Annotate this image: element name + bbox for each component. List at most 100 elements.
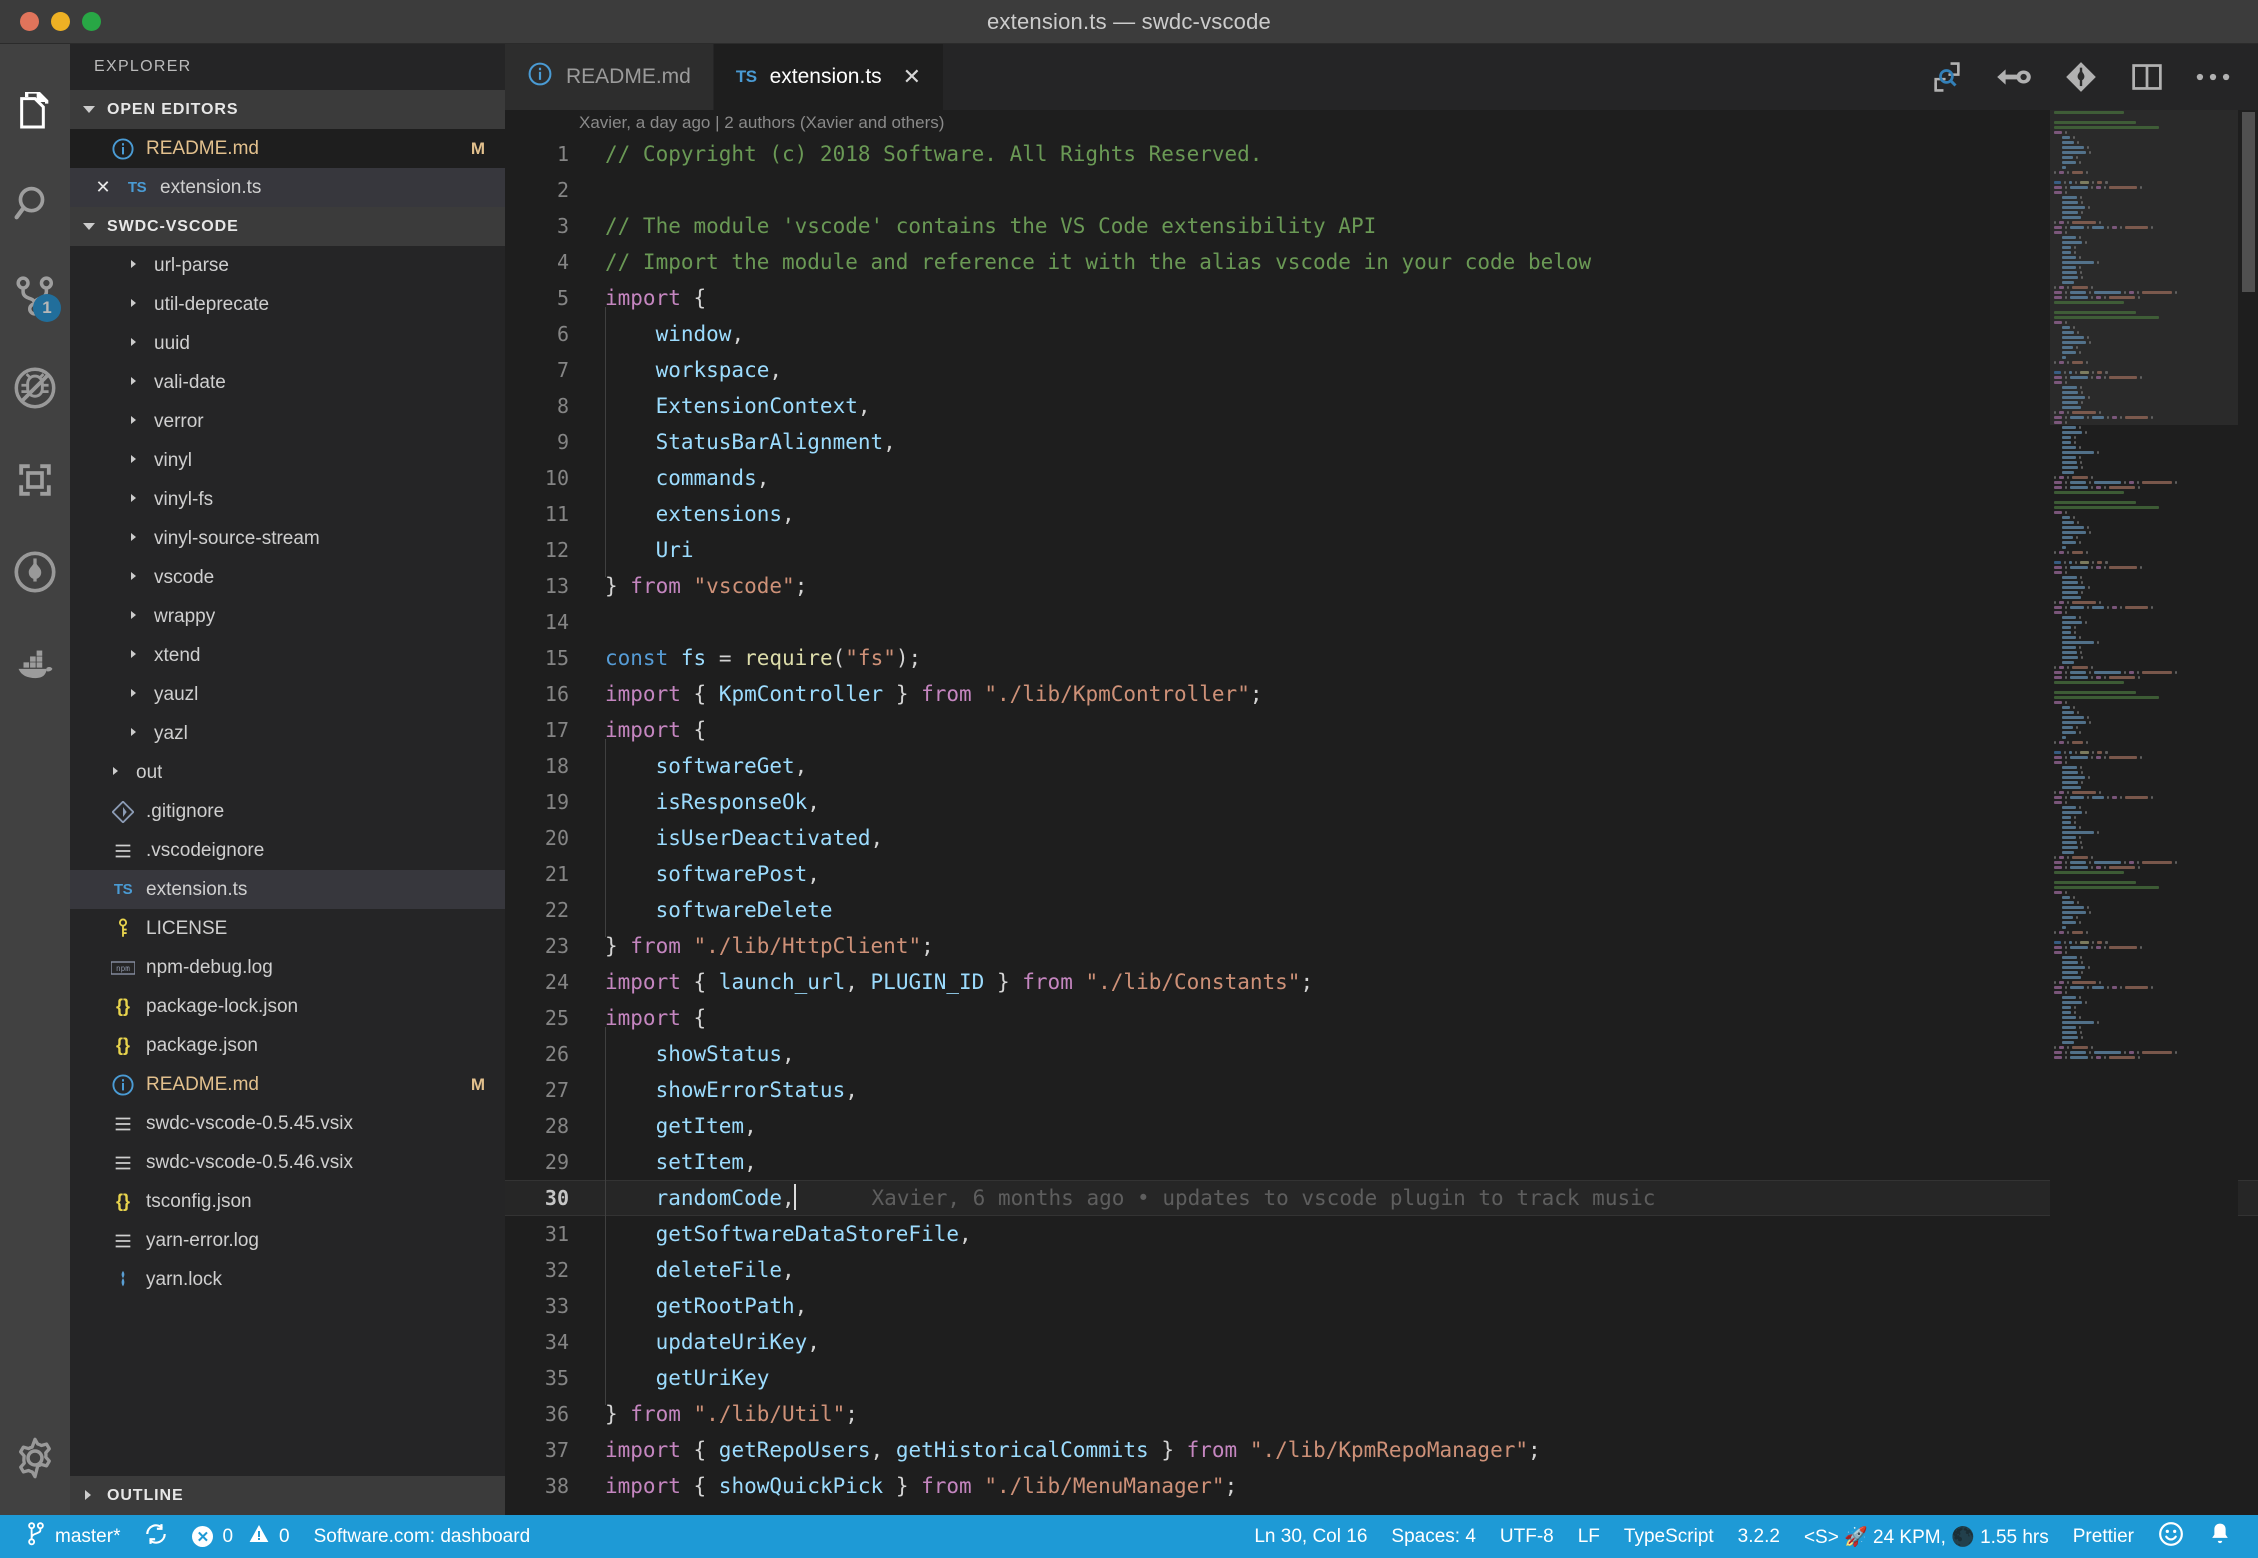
status-eol[interactable]: LF (1566, 1515, 1612, 1558)
section-open-editors[interactable]: OPEN EDITORS (70, 90, 505, 129)
code-line[interactable]: 10 commands, (505, 460, 2258, 496)
file-tsconfig-json[interactable]: {} tsconfig.json (70, 1182, 505, 1221)
open-editor-extension-ts[interactable]: ✕ TS extension.ts (70, 168, 505, 207)
code-line[interactable]: 38import { showQuickPick } from "./lib/M… (505, 1468, 2258, 1504)
vertical-scrollbar[interactable] (2242, 112, 2255, 292)
code-line[interactable]: 2 (505, 172, 2258, 208)
open-editor-readme[interactable]: README.md M (70, 129, 505, 168)
file-package-lock-json[interactable]: {} package-lock.json (70, 987, 505, 1026)
status-formatter[interactable]: Prettier (2061, 1515, 2146, 1558)
activity-source-control[interactable]: 1 (0, 250, 70, 342)
code-line[interactable]: 3// The module 'vscode' contains the VS … (505, 208, 2258, 244)
code-line[interactable]: 30 randomCode, Xavier, 6 months ago • up… (505, 1180, 2258, 1216)
code-line[interactable]: 29 setItem, (505, 1144, 2258, 1180)
status-problems[interactable]: ✕ 0 0 (180, 1515, 301, 1558)
file-vsix-045[interactable]: swdc-vscode-0.5.45.vsix (70, 1104, 505, 1143)
code-line[interactable]: 36} from "./lib/Util"; (505, 1396, 2258, 1432)
more-actions-icon[interactable] (2196, 70, 2230, 84)
folder-out[interactable]: out (70, 753, 505, 792)
status-typescript-version[interactable]: 3.2.2 (1726, 1515, 1792, 1558)
code-line[interactable]: 5import { (505, 280, 2258, 316)
folder-uuid[interactable]: uuid (70, 324, 505, 363)
code-line[interactable]: 7 workspace, (505, 352, 2258, 388)
code-line[interactable]: 21 softwarePost, (505, 856, 2258, 892)
code-line[interactable]: 28 getItem, (505, 1108, 2258, 1144)
activity-gitlens[interactable] (0, 526, 70, 618)
code-line[interactable]: 17import { (505, 712, 2258, 748)
editor-content[interactable]: Xavier, a day ago | 2 authors (Xavier an… (505, 110, 2258, 1515)
code-line[interactable]: 12 Uri (505, 532, 2258, 568)
status-smiley[interactable] (2146, 1515, 2196, 1558)
activity-extensions[interactable] (0, 434, 70, 526)
activity-manage-settings[interactable] (0, 1423, 70, 1515)
file-yarn-lock[interactable]: yarn.lock (70, 1260, 505, 1299)
status-software-metrics[interactable]: <S> 🚀 24 KPM, 🌑 1.55 hrs (1792, 1515, 2061, 1558)
code-line[interactable]: 27 showErrorStatus, (505, 1072, 2258, 1108)
folder-vinyl-fs[interactable]: vinyl-fs (70, 480, 505, 519)
folder-url-parse[interactable]: url-parse (70, 246, 505, 285)
tab-readme-md[interactable]: README.md (505, 44, 714, 110)
status-notifications[interactable] (2196, 1515, 2244, 1558)
code-line[interactable]: 35 getUriKey (505, 1360, 2258, 1396)
code-line[interactable]: 6 window, (505, 316, 2258, 352)
code-lines[interactable]: 1// Copyright (c) 2018 Software. All Rig… (505, 136, 2258, 1515)
folder-vali-date[interactable]: vali-date (70, 363, 505, 402)
code-line[interactable]: 9 StatusBarAlignment, (505, 424, 2258, 460)
code-line[interactable]: 31 getSoftwareDataStoreFile, (505, 1216, 2258, 1252)
section-project-root[interactable]: SWDC-VSCODE (70, 207, 505, 246)
code-line[interactable]: 8 ExtensionContext, (505, 388, 2258, 424)
folder-yauzl[interactable]: yauzl (70, 675, 505, 714)
file-gitignore[interactable]: .gitignore (70, 792, 505, 831)
file-tree[interactable]: url-parse util-deprecate uuid vali-date … (70, 246, 505, 1476)
folder-util-deprecate[interactable]: util-deprecate (70, 285, 505, 324)
close-icon[interactable]: ✕ (903, 64, 921, 90)
code-line[interactable]: 11 extensions, (505, 496, 2258, 532)
code-line[interactable]: 1// Copyright (c) 2018 Software. All Rig… (505, 136, 2258, 172)
folder-vscode[interactable]: vscode (70, 558, 505, 597)
code-line[interactable]: 26 showStatus, (505, 1036, 2258, 1072)
code-line[interactable]: 16import { KpmController } from "./lib/K… (505, 676, 2258, 712)
code-line[interactable]: 34 updateUriKey, (505, 1324, 2258, 1360)
status-indentation[interactable]: Spaces: 4 (1379, 1515, 1488, 1558)
code-line[interactable]: 13} from "vscode"; (505, 568, 2258, 604)
code-line[interactable]: 18 softwareGet, (505, 748, 2258, 784)
file-extension-ts[interactable]: TS extension.ts (70, 870, 505, 909)
code-line[interactable]: 19 isResponseOk, (505, 784, 2258, 820)
file-vsix-046[interactable]: swdc-vscode-0.5.46.vsix (70, 1143, 505, 1182)
folder-vinyl-source-stream[interactable]: vinyl-source-stream (70, 519, 505, 558)
open-changes-icon[interactable] (1930, 60, 1964, 94)
code-line[interactable]: 37import { getRepoUsers, getHistoricalCo… (505, 1432, 2258, 1468)
folder-verror[interactable]: verror (70, 402, 505, 441)
code-line[interactable]: 23} from "./lib/HttpClient"; (505, 928, 2258, 964)
code-line[interactable]: 20 isUserDeactivated, (505, 820, 2258, 856)
code-line[interactable]: 22 softwareDelete (505, 892, 2258, 928)
file-readme-md[interactable]: README.md M (70, 1065, 505, 1104)
code-line[interactable]: 33 getRootPath, (505, 1288, 2258, 1324)
activity-docker[interactable] (0, 618, 70, 710)
folder-vinyl[interactable]: vinyl (70, 441, 505, 480)
tab-extension-ts[interactable]: TS extension.ts ✕ (714, 44, 944, 110)
activity-explorer[interactable] (0, 66, 70, 158)
gitlens-compare-icon[interactable] (1996, 64, 2032, 90)
folder-yazl[interactable]: yazl (70, 714, 505, 753)
folder-xtend[interactable]: xtend (70, 636, 505, 675)
activity-debug[interactable] (0, 342, 70, 434)
status-sync[interactable] (132, 1515, 180, 1558)
minimap[interactable] (2050, 110, 2238, 1515)
activity-search[interactable] (0, 158, 70, 250)
status-cursor-position[interactable]: Ln 30, Col 16 (1242, 1515, 1379, 1558)
status-branch[interactable]: master* (14, 1515, 132, 1558)
split-editor-icon[interactable] (2130, 62, 2164, 92)
gitlens-diamond-icon[interactable] (2064, 60, 2098, 94)
code-line[interactable]: 4// Import the module and reference it w… (505, 244, 2258, 280)
close-icon[interactable]: ✕ (92, 177, 114, 198)
code-line[interactable]: 15const fs = require("fs"); (505, 640, 2258, 676)
code-line[interactable]: 25import { (505, 1000, 2258, 1036)
status-software-dashboard[interactable]: Software.com: dashboard (302, 1515, 543, 1558)
section-outline[interactable]: OUTLINE (70, 1476, 505, 1515)
file-package-json[interactable]: {} package.json (70, 1026, 505, 1065)
file-vscodeignore[interactable]: .vscodeignore (70, 831, 505, 870)
status-encoding[interactable]: UTF-8 (1488, 1515, 1566, 1558)
status-language-mode[interactable]: TypeScript (1612, 1515, 1726, 1558)
code-line[interactable]: 24import { launch_url, PLUGIN_ID } from … (505, 964, 2258, 1000)
